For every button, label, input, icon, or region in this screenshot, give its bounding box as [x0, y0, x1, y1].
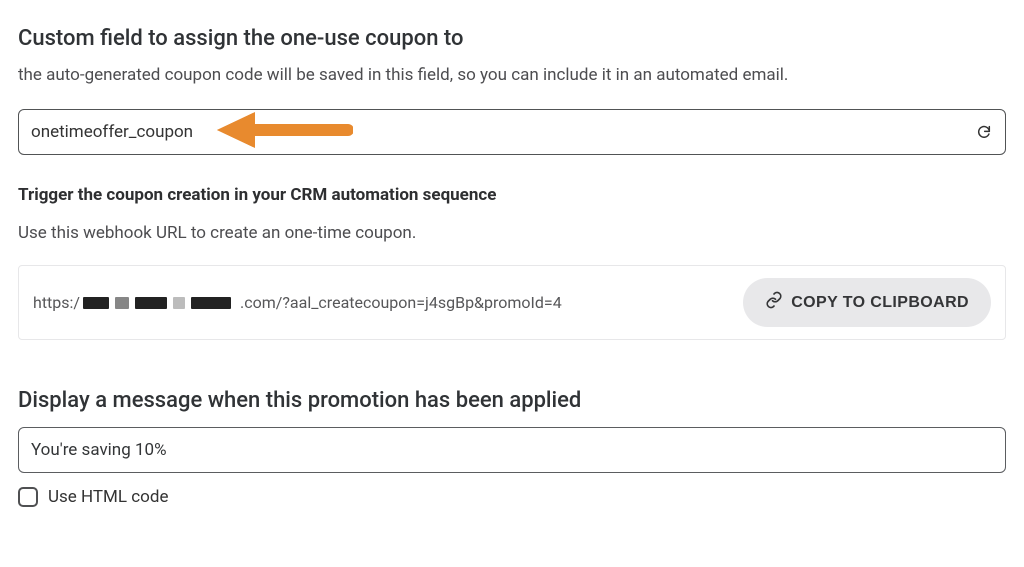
trigger-description: Use this webhook URL to create an one-ti… [18, 223, 1006, 243]
custom-field-input-wrapper [18, 109, 1006, 155]
redaction-block [173, 297, 185, 309]
copy-button-label: COPY TO CLIPBOARD [791, 294, 969, 312]
custom-field-title: Custom field to assign the one-use coupo… [18, 26, 1006, 51]
display-message-input[interactable] [18, 427, 1006, 473]
webhook-url-prefix: https:/ [33, 293, 80, 312]
redaction-block [191, 297, 231, 309]
copy-to-clipboard-button[interactable]: COPY TO CLIPBOARD [743, 278, 991, 327]
link-icon [765, 291, 783, 314]
use-html-checkbox-label[interactable]: Use HTML code [48, 487, 168, 507]
trigger-title: Trigger the coupon creation in your CRM … [18, 185, 1006, 205]
webhook-url: https:/ .com/?aal_createcoupon=j4sgBp&pr… [33, 293, 727, 312]
use-html-checkbox[interactable] [18, 487, 38, 507]
use-html-checkbox-row: Use HTML code [18, 487, 1006, 507]
redaction-block [83, 297, 109, 309]
custom-field-description: the auto-generated coupon code will be s… [18, 65, 1006, 85]
webhook-panel: https:/ .com/?aal_createcoupon=j4sgBp&pr… [18, 265, 1006, 340]
redaction-block [135, 297, 167, 309]
redaction-block [115, 297, 129, 309]
webhook-url-suffix: .com/?aal_createcoupon=j4sgBp&promoId=4 [240, 293, 562, 312]
custom-field-input[interactable] [18, 109, 1006, 155]
display-message-title: Display a message when this promotion ha… [18, 388, 1006, 413]
refresh-icon[interactable] [974, 122, 994, 142]
